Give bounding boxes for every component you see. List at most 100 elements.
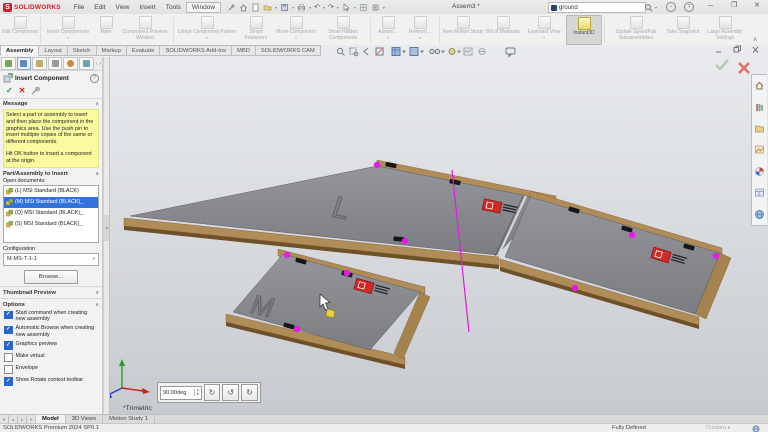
options-button[interactable] <box>371 3 380 12</box>
part-assembly-section-header[interactable]: Part/Assembly to Insert∧ <box>0 169 102 178</box>
search-input[interactable] <box>559 5 629 11</box>
ribbon-new-motion-study[interactable]: New Motion Study <box>442 15 484 45</box>
print-button[interactable] <box>297 3 306 12</box>
graphics-area[interactable]: L <box>110 45 768 414</box>
rotate-angle-input[interactable]: 90.00deg ▲▼ <box>160 386 202 400</box>
tab-solidworks-cam[interactable]: SOLIDWORKS CAM <box>256 45 321 56</box>
rotate-z-button[interactable]: ↻ <box>241 384 258 401</box>
file-explorer-icon[interactable] <box>754 123 766 135</box>
appearances-scenes-icon[interactable] <box>754 165 766 177</box>
document-list-item[interactable]: (L) MSI Standard (BLACK) <box>4 186 98 197</box>
option-graphics-preview[interactable]: ✓Graphics preview <box>0 339 102 351</box>
menu-file[interactable]: File <box>69 3 89 12</box>
panel-splitter[interactable]: ◂ <box>103 57 110 414</box>
redo-button[interactable]: ↷ <box>328 4 334 11</box>
propertymanager-tab[interactable] <box>17 57 32 70</box>
checkbox-unchecked-icon[interactable] <box>4 365 13 374</box>
design-library-icon[interactable] <box>754 101 766 113</box>
option-make-virtual[interactable]: Make virtual <box>0 351 102 363</box>
rebuild-button[interactable] <box>359 3 368 12</box>
custom-properties-icon[interactable] <box>754 187 766 199</box>
status-units-icon[interactable] <box>752 425 760 432</box>
angle-spinner[interactable]: ▲▼ <box>194 389 200 396</box>
tab-3d-views[interactable]: 3D Views <box>66 415 103 423</box>
options-section-header[interactable]: Options∧ <box>0 300 102 309</box>
tab-assembly[interactable]: Assembly <box>0 45 39 56</box>
option-start-command[interactable]: ✓Start command when creating new assembl… <box>0 309 102 324</box>
pm-pin-icon[interactable] <box>31 86 41 95</box>
tab-motion-study-1[interactable]: Motion Study 1 <box>103 415 155 423</box>
search-caret[interactable]: ▾ <box>655 5 657 10</box>
options-caret[interactable]: ▾ <box>383 5 385 10</box>
open-document-button[interactable] <box>263 3 272 12</box>
new-document-button[interactable] <box>251 3 260 12</box>
cam-feature-tree-tab[interactable] <box>79 57 94 70</box>
option-automatic-browse[interactable]: ✓Automatic Browse when creating new asse… <box>0 324 102 339</box>
close-button[interactable]: ✕ <box>754 2 760 9</box>
pm-ok-button[interactable]: ✓ <box>6 86 13 95</box>
panel-collapse-handle[interactable]: ◂ <box>104 215 109 241</box>
ribbon-move-component[interactable]: Move Component▾ <box>274 15 318 45</box>
open-caret[interactable]: ▾ <box>275 5 277 10</box>
solidworks-forum-icon[interactable] <box>754 208 766 220</box>
solidworks-resources-icon[interactable] <box>754 80 766 92</box>
ribbon-large-assembly-settings[interactable]: Large Assembly Settings <box>701 15 749 45</box>
pm-cancel-button[interactable]: ✕ <box>19 86 26 95</box>
manager-tabs-right-arrow[interactable]: › <box>98 61 102 67</box>
save-button[interactable] <box>280 3 289 12</box>
minimize-button[interactable]: ─ <box>708 3 713 10</box>
menu-tools[interactable]: Tools <box>161 3 186 12</box>
view-orientation-icon[interactable] <box>392 48 400 56</box>
ribbon-insert-components[interactable]: Insert Components▾ <box>43 15 93 45</box>
checkbox-checked-icon[interactable]: ✓ <box>4 311 13 320</box>
edit-appearance-icon[interactable] <box>449 49 455 55</box>
pm-help-icon[interactable]: ? <box>90 74 99 83</box>
menu-insert[interactable]: Insert <box>134 3 160 12</box>
rotate-x-button[interactable]: ↻ <box>204 384 221 401</box>
document-list-item-selected[interactable]: (M) MSI Standard (BLACK)_ <box>4 197 98 208</box>
view-palette-icon[interactable] <box>754 144 766 156</box>
undo-button[interactable]: ↶ <box>314 4 320 11</box>
ribbon-collapse-chevron[interactable]: ∧ <box>753 36 757 43</box>
menu-window[interactable]: Window <box>186 2 221 13</box>
ribbon-take-snapshot[interactable]: Take Snapshot <box>665 15 701 45</box>
ribbon-reference-geometry[interactable]: Referen...▾ <box>403 15 437 45</box>
menu-edit[interactable]: Edit <box>89 3 110 12</box>
checkbox-checked-icon[interactable]: ✓ <box>4 377 13 386</box>
dimxpertmanager-tab[interactable] <box>48 57 63 70</box>
undo-caret[interactable]: ▾ <box>323 5 325 10</box>
tab-nav-prev[interactable]: ◂ <box>9 415 18 423</box>
tab-evaluate[interactable]: Evaluate <box>127 45 161 56</box>
tab-markup[interactable]: Markup <box>97 45 127 56</box>
tab-solidworks-add-ins[interactable]: SOLIDWORKS Add-Ins <box>160 45 232 56</box>
tab-sketch[interactable]: Sketch <box>68 45 97 56</box>
option-show-rotate-toolbar[interactable]: ✓Show Rotate context toolbar <box>0 375 102 387</box>
checkbox-unchecked-icon[interactable] <box>4 353 13 362</box>
option-envelope[interactable]: Envelope <box>0 363 102 375</box>
message-section-header[interactable]: Message∧ <box>0 99 102 108</box>
search-box[interactable] <box>548 2 646 13</box>
rotate-y-button[interactable]: ↺ <box>222 384 239 401</box>
ribbon-exploded-view[interactable]: Exploded View▾ <box>522 15 566 45</box>
browse-button[interactable]: Browse... <box>24 270 78 284</box>
ribbon-instant3d[interactable]: Instant3D <box>566 15 602 45</box>
help-icon[interactable]: ? <box>684 2 694 12</box>
menu-view[interactable]: View <box>110 3 134 12</box>
select-caret[interactable]: ▾ <box>354 5 356 10</box>
status-custom-dropdown[interactable]: Custom ▾ <box>706 425 730 431</box>
checkbox-checked-icon[interactable]: ✓ <box>4 341 13 350</box>
print-caret[interactable]: ▾ <box>309 5 311 10</box>
tab-nav-first[interactable]: ⏴ <box>0 415 9 423</box>
search-icon[interactable] <box>644 3 654 14</box>
redo-caret[interactable]: ▾ <box>337 5 339 10</box>
ribbon-component-preview-window[interactable]: Component Preview Window <box>119 15 171 45</box>
restore-button[interactable]: ❐ <box>731 2 737 9</box>
ribbon-update-speedpak[interactable]: Update SpeedPak Subassemblies <box>607 15 665 45</box>
open-documents-list[interactable]: (L) MSI Standard (BLACK) (M) MSI Standar… <box>3 185 99 243</box>
document-list-item[interactable]: (Q) MSI Standard (BLACK)_ <box>4 208 98 219</box>
featuremanager-tree-tab[interactable] <box>1 57 16 70</box>
select-tool-button[interactable] <box>342 3 351 12</box>
home-button[interactable] <box>239 3 248 12</box>
save-caret[interactable]: ▾ <box>292 5 294 10</box>
tab-model[interactable]: Model <box>36 415 66 423</box>
